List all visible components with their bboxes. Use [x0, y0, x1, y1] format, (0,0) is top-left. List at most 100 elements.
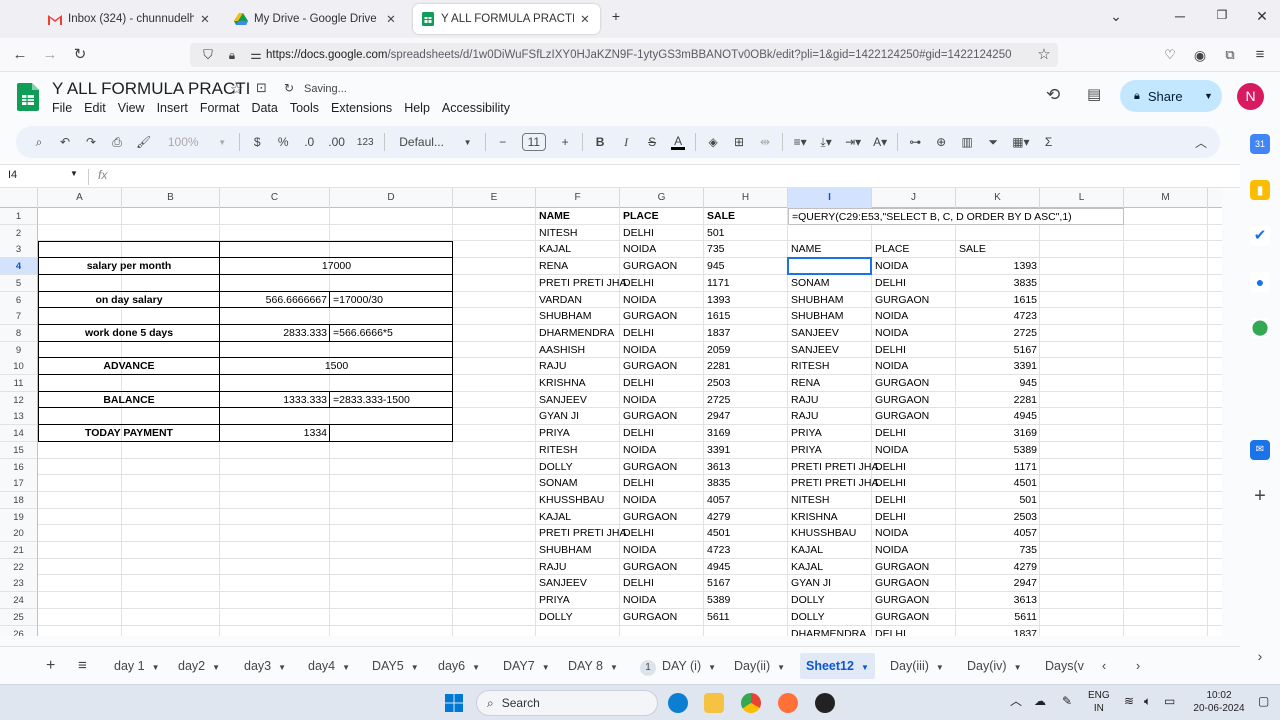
- source-sale[interactable]: 4501: [704, 525, 788, 542]
- source-place[interactable]: DELHI: [620, 425, 704, 442]
- sheet-tab-menu-icon[interactable]: ▼: [411, 663, 419, 672]
- source-sale[interactable]: 945: [704, 258, 788, 275]
- sheet-tab-menu-icon[interactable]: ▼: [472, 663, 480, 672]
- salary-value[interactable]: 1334: [220, 425, 330, 442]
- windows-start-icon[interactable]: [444, 693, 464, 713]
- query-name[interactable]: SANJEEV: [788, 342, 872, 359]
- browser-tab-gmail[interactable]: Inbox (324) - chunnudelhi111@ ✕: [40, 4, 220, 34]
- source-place[interactable]: NOIDA: [620, 542, 704, 559]
- sheet-tab-menu-icon[interactable]: ▼: [278, 663, 286, 672]
- query-name[interactable]: SONAM: [788, 275, 872, 292]
- row-header-24[interactable]: 24: [0, 592, 38, 610]
- account-icon[interactable]: ◉: [1190, 45, 1210, 65]
- sheet-tab-menu-icon[interactable]: ▼: [342, 663, 350, 672]
- column-header-g[interactable]: G: [620, 188, 704, 208]
- source-place[interactable]: DELHI: [620, 325, 704, 342]
- browser-tab-sheets[interactable]: Y ALL FORMULA PRACTI - Goo ✕: [413, 4, 600, 34]
- salary-value[interactable]: 1333.333: [220, 392, 330, 409]
- query-place[interactable]: DELHI: [872, 425, 956, 442]
- column-header-a[interactable]: A: [38, 188, 122, 208]
- query-place[interactable]: GURGAON: [872, 592, 956, 609]
- borders-icon[interactable]: ⊞: [732, 135, 746, 149]
- row-header-9[interactable]: 9: [0, 341, 38, 359]
- salary-label[interactable]: BALANCE: [38, 392, 220, 409]
- source-place[interactable]: GURGAON: [620, 308, 704, 325]
- source-sale[interactable]: 4945: [704, 559, 788, 576]
- scroll-tabs-left-icon[interactable]: ‹: [1096, 653, 1112, 679]
- fill-color-icon[interactable]: ◈: [706, 135, 720, 149]
- source-name[interactable]: KAJAL: [536, 241, 620, 258]
- query-name[interactable]: SANJEEV: [788, 325, 872, 342]
- source-sale[interactable]: 1837: [704, 325, 788, 342]
- source-sale[interactable]: 2947: [704, 408, 788, 425]
- source-sale[interactable]: 3391: [704, 442, 788, 459]
- query-place[interactable]: NOIDA: [872, 542, 956, 559]
- source-name[interactable]: KRISHNA: [536, 375, 620, 392]
- query-name[interactable]: PRIYA: [788, 442, 872, 459]
- row-header-2[interactable]: 2: [0, 224, 38, 242]
- source-place[interactable]: NOIDA: [620, 592, 704, 609]
- salary-label[interactable]: on day salary: [38, 292, 220, 309]
- query-name[interactable]: DOLLY: [788, 592, 872, 609]
- keep-icon[interactable]: ▮: [1250, 180, 1270, 200]
- row-header-12[interactable]: 12: [0, 391, 38, 409]
- share-dropdown-icon[interactable]: ▼: [1204, 91, 1213, 101]
- sheet-tab-menu-icon[interactable]: ▼: [861, 663, 869, 672]
- query-header[interactable]: SALE: [956, 241, 1040, 258]
- query-place[interactable]: DELHI: [872, 342, 956, 359]
- row-header-25[interactable]: 25: [0, 608, 38, 626]
- sheet-tab-menu-icon[interactable]: ▼: [777, 663, 785, 672]
- horizontal-align-icon[interactable]: ≡▾: [793, 135, 807, 149]
- query-place[interactable]: GURGAON: [872, 392, 956, 409]
- font-dropdown-icon[interactable]: ▼: [461, 138, 475, 147]
- recorder-icon[interactable]: [815, 693, 835, 713]
- row-header-15[interactable]: 15: [0, 441, 38, 459]
- edge-icon[interactable]: [668, 693, 688, 713]
- spreadsheet-grid[interactable]: ABCDEFGHIJKLM 1 2 3 4 5 6 7 8 9 10 11 12 13 14 15 16 17 1…: [0, 188, 1222, 636]
- minimize-icon[interactable]: ─: [1170, 8, 1190, 24]
- menu-tools[interactable]: Tools: [290, 101, 319, 115]
- query-name[interactable]: GYAN JI: [788, 575, 872, 592]
- menu-file[interactable]: File: [52, 101, 72, 115]
- all-sheets-icon[interactable]: ≡: [72, 653, 93, 679]
- row-header-7[interactable]: 7: [0, 308, 38, 326]
- sheet-tab-menu-icon[interactable]: ▼: [1014, 663, 1022, 672]
- source-name[interactable]: PRETI PRETI JHA: [536, 525, 627, 542]
- source-sale[interactable]: 4279: [704, 509, 788, 526]
- source-sale[interactable]: 5389: [704, 592, 788, 609]
- percent-format-button[interactable]: %: [276, 135, 290, 149]
- sheet-tab-day4[interactable]: day4 ▼: [302, 653, 356, 679]
- column-header-j[interactable]: J: [872, 188, 956, 208]
- sheet-tab-day-8[interactable]: DAY 8 ▼: [562, 653, 624, 679]
- show-hidden-icons-icon[interactable]: ︿: [1010, 695, 1022, 708]
- query-name[interactable]: SHUBHAM: [788, 308, 872, 325]
- tasks-icon[interactable]: ✔: [1250, 226, 1270, 246]
- query-sale[interactable]: 5167: [956, 342, 1040, 359]
- vertical-align-icon[interactable]: ⤓▾: [819, 135, 833, 150]
- search-menus-icon[interactable]: ⌕: [32, 135, 46, 150]
- volume-icon[interactable]: 🔈︎: [1144, 695, 1151, 708]
- reload-icon[interactable]: ↻: [70, 45, 90, 65]
- url-bar[interactable]: https://docs.google.com/spreadsheets/d/1…: [190, 43, 1058, 67]
- merge-cells-icon[interactable]: ⇹: [758, 135, 772, 149]
- source-place[interactable]: DELHI: [620, 525, 704, 542]
- increase-font-size-icon[interactable]: +: [558, 135, 572, 149]
- query-place[interactable]: NOIDA: [872, 358, 956, 375]
- sheet-tab-day6[interactable]: day6 ▼: [432, 653, 486, 679]
- source-place[interactable]: NOIDA: [620, 241, 704, 258]
- insert-link-icon[interactable]: ⊶: [908, 135, 922, 149]
- source-place[interactable]: DELHI: [620, 475, 704, 492]
- query-place[interactable]: NOIDA: [872, 442, 956, 459]
- source-name[interactable]: SHUBHAM: [536, 308, 620, 325]
- onedrive-icon[interactable]: ☁: [1034, 695, 1046, 708]
- pen-icon[interactable]: ✎: [1062, 695, 1072, 708]
- share-button[interactable]: 🔒︎ Share ▼: [1120, 80, 1222, 112]
- source-place[interactable]: DELHI: [620, 225, 704, 242]
- salary-formula[interactable]: =2833.333-1500: [330, 392, 453, 409]
- query-name[interactable]: PRIYA: [788, 425, 872, 442]
- query-sale[interactable]: 2503: [956, 509, 1040, 526]
- strikethrough-icon[interactable]: S: [645, 135, 659, 149]
- salary-formula[interactable]: =17000/30: [330, 292, 453, 309]
- text-wrap-icon[interactable]: ⇥▾: [845, 135, 861, 149]
- browser-tab-drive[interactable]: My Drive - Google Drive ✕: [226, 4, 406, 34]
